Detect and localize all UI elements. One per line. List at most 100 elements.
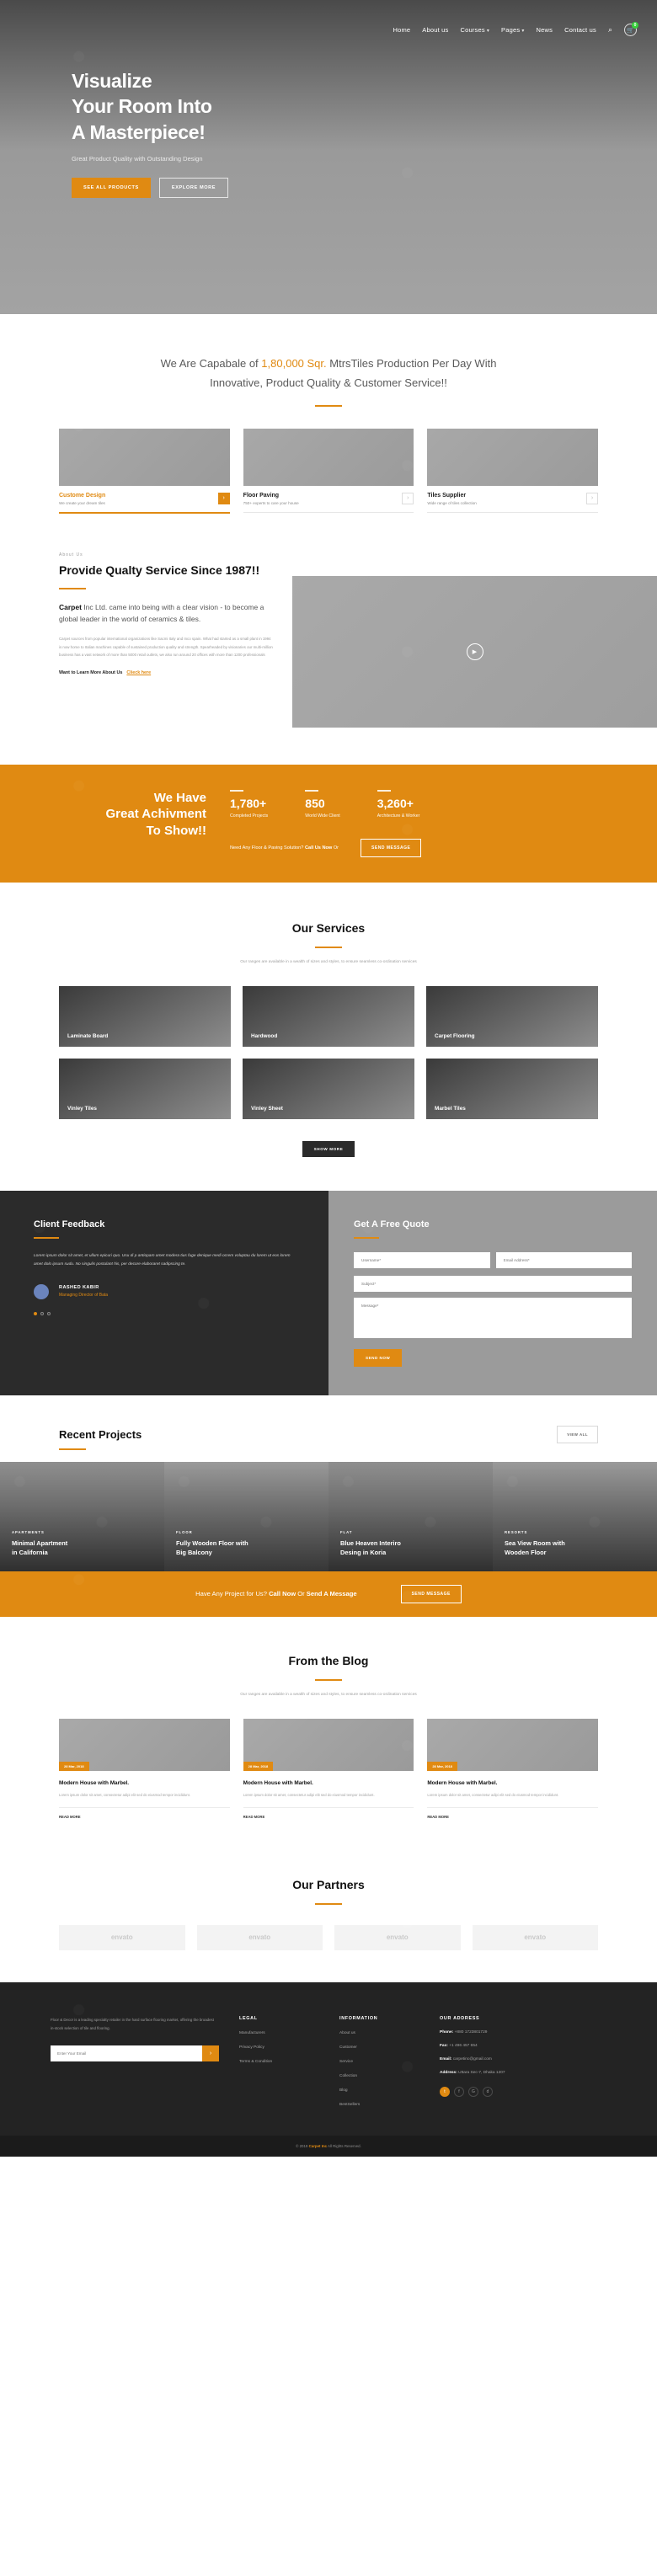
- project-card[interactable]: FLAT Blue Heaven Interiro Desing in Koria: [328, 1461, 493, 1571]
- blog-section: From the Blog Our ranges are available i…: [0, 1616, 657, 1852]
- achievement-cta-call[interactable]: Call Us Now: [305, 845, 332, 851]
- cta-text: Have Any Project for Us? Call Now Or Sen…: [195, 1590, 356, 1597]
- blog-card[interactable]: 28 Mar, 2018 Modern House with Marbel. L…: [427, 1718, 598, 1819]
- subject-input[interactable]: [354, 1275, 632, 1292]
- newsletter-form: ›: [51, 2045, 219, 2062]
- footer-information-column: INFORMATION About us Customer Service Co…: [339, 2016, 419, 2107]
- nav-item-pages[interactable]: Pages ▾: [501, 26, 525, 34]
- recent-projects-section: Recent Projects VIEW ALL APARTMENTS Minim…: [0, 1395, 657, 1571]
- feature-card[interactable]: Tiles Supplier Wide range of tiles colle…: [427, 428, 599, 514]
- project-title-line-1: Minimal Apartment: [12, 1539, 68, 1548]
- carousel-dot[interactable]: [34, 1311, 37, 1315]
- see-all-products-button[interactable]: SEE ALL PRODUCTS: [72, 178, 151, 199]
- dribbble-icon[interactable]: d: [483, 2086, 493, 2097]
- nav-item-courses[interactable]: Courses ▾: [460, 26, 489, 34]
- project-card[interactable]: RESORTS Sea View Room with Wooden Floor: [493, 1461, 657, 1571]
- footer-link-privacy-policy[interactable]: Privacy Policy: [239, 2045, 319, 2050]
- copyright-pre: © 2019: [296, 2143, 309, 2148]
- service-card[interactable]: Vinley Tiles: [59, 1058, 231, 1119]
- chevron-right-icon[interactable]: ›: [402, 492, 414, 504]
- email-input[interactable]: [495, 1251, 632, 1268]
- stat-item: 1,780+ Completed Projects: [230, 789, 268, 819]
- blog-excerpt: Lorem ipsum dolor sit amet, consectetur …: [243, 1792, 375, 1797]
- blog-date: 28 Mar, 2018: [59, 1761, 89, 1771]
- blog-card[interactable]: 28 Mar, 2018 Modern House with Marbel. L…: [243, 1718, 414, 1819]
- chevron-right-icon[interactable]: ›: [217, 492, 230, 504]
- send-now-button[interactable]: SEND NOW: [354, 1348, 403, 1367]
- avatar: [34, 1283, 49, 1299]
- footer-link-about-us[interactable]: About us: [339, 2031, 419, 2035]
- stat-item: 3,260+ Architecture & Worker: [377, 789, 419, 819]
- about-more-link[interactable]: Clieck here: [126, 670, 151, 675]
- nav-item-about-us[interactable]: About us: [422, 26, 448, 34]
- cart-icon[interactable]: 🛒 0: [624, 22, 638, 36]
- message-textarea[interactable]: [354, 1297, 632, 1338]
- projects-grid: APARTMENTS Minimal Apartment in California…: [0, 1461, 657, 1571]
- facebook-icon[interactable]: f: [454, 2086, 464, 2097]
- service-card[interactable]: Vinley Sheet: [243, 1058, 414, 1119]
- project-title-line-2: Big Balcony: [176, 1548, 212, 1556]
- blog-post-title: Modern House with Marbel.: [59, 1779, 130, 1786]
- quote-form-title: Get A Free Quote: [354, 1219, 430, 1229]
- achievement-heading: We Have Great Achivment To Show!!: [51, 790, 206, 857]
- project-card[interactable]: FLOOR Fully Wooden Floor with Big Balcony: [164, 1461, 328, 1571]
- footer-fax-label: Fax:: [440, 2043, 448, 2048]
- service-card[interactable]: Carpet Flooring: [426, 985, 598, 1047]
- footer-email: Email: carpetinc@gmail.com: [440, 2057, 566, 2061]
- footer-link-blog[interactable]: Blog: [339, 2088, 419, 2093]
- nav-item-news[interactable]: News: [537, 26, 553, 34]
- chevron-right-icon[interactable]: ›: [586, 492, 599, 504]
- newsletter-email-input[interactable]: [51, 2045, 202, 2062]
- achievement-cta-post: Or: [332, 845, 339, 851]
- blog-card[interactable]: 28 Mar, 2018 Modern House with Marbel. L…: [59, 1718, 230, 1819]
- explore-more-button[interactable]: EXPLORE MORE: [158, 178, 229, 199]
- carousel-dot[interactable]: [47, 1311, 51, 1315]
- stat-bar: [230, 789, 243, 792]
- nav-item-home[interactable]: Home: [393, 26, 410, 34]
- twitter-icon[interactable]: t: [440, 2086, 450, 2097]
- google-plus-icon[interactable]: G: [468, 2086, 478, 2097]
- footer-link-manufacturers[interactable]: Manufacturers: [239, 2031, 319, 2035]
- carousel-dot[interactable]: [40, 1311, 44, 1315]
- project-category: FLAT: [340, 1530, 353, 1535]
- blog-date: 28 Mar, 2018: [427, 1761, 457, 1771]
- cta-call-now[interactable]: Call Now: [269, 1590, 296, 1597]
- read-more-link[interactable]: READ MORE: [427, 1806, 598, 1819]
- show-more-button[interactable]: SHOW MORE: [302, 1140, 355, 1157]
- nav-item-contact-us[interactable]: Contact us: [564, 26, 596, 34]
- footer-link-collection[interactable]: Collection: [339, 2074, 419, 2078]
- cta-send-message-button[interactable]: SEND MESSAGE: [400, 1584, 462, 1603]
- newsletter-submit-button[interactable]: ›: [202, 2045, 219, 2062]
- read-more-link[interactable]: READ MORE: [59, 1806, 230, 1819]
- copyright-post: All Rights Reserved.: [327, 2143, 361, 2148]
- feature-card[interactable]: Floor Paving 750+ experts to care your h…: [243, 428, 414, 514]
- view-all-button[interactable]: VIEW ALL: [557, 1425, 598, 1443]
- feature-card[interactable]: Custome Design We create your dream tile…: [59, 428, 230, 514]
- footer-link-service[interactable]: Service: [339, 2060, 419, 2064]
- service-card[interactable]: Laminate Board: [59, 985, 231, 1047]
- footer-link-terms[interactable]: Terms & Condition: [239, 2060, 319, 2064]
- about-lead-rest: Inc Ltd. came into being with a clear vi…: [59, 603, 264, 624]
- send-message-button[interactable]: SEND MESSAGE: [361, 838, 422, 857]
- achievement-section: We Have Great Achivment To Show!! 1,780+…: [0, 764, 657, 883]
- search-icon[interactable]: ⌕: [608, 25, 612, 35]
- service-label: Laminate Board: [67, 1032, 109, 1039]
- username-input[interactable]: [354, 1251, 490, 1268]
- play-icon[interactable]: ▶: [466, 643, 483, 660]
- read-more-link[interactable]: READ MORE: [243, 1806, 414, 1819]
- project-title: Fully Wooden Floor with Big Balcony: [176, 1539, 248, 1557]
- project-category: FLOOR: [176, 1530, 193, 1535]
- cta-send-message-link[interactable]: Send A Message: [307, 1590, 357, 1597]
- hero-title-line-1: Visualize: [72, 70, 152, 92]
- feature-underline: [243, 511, 414, 513]
- footer-address-label: Address:: [440, 2070, 457, 2075]
- service-card[interactable]: Hardwood: [243, 985, 414, 1047]
- footer-link-customer[interactable]: Customer: [339, 2045, 419, 2050]
- footer-phone-label: Phone:: [440, 2029, 454, 2035]
- project-card[interactable]: APARTMENTS Minimal Apartment in California: [0, 1461, 164, 1571]
- service-card[interactable]: Marbel Tiles: [426, 1058, 598, 1119]
- about-video[interactable]: ▶: [292, 575, 657, 728]
- footer-link-bestsellers[interactable]: BestSellers: [339, 2103, 419, 2107]
- about-lead-bold: Carpet: [59, 603, 82, 612]
- footer: Floor & Decor is a leading specialty ret…: [0, 1981, 657, 2136]
